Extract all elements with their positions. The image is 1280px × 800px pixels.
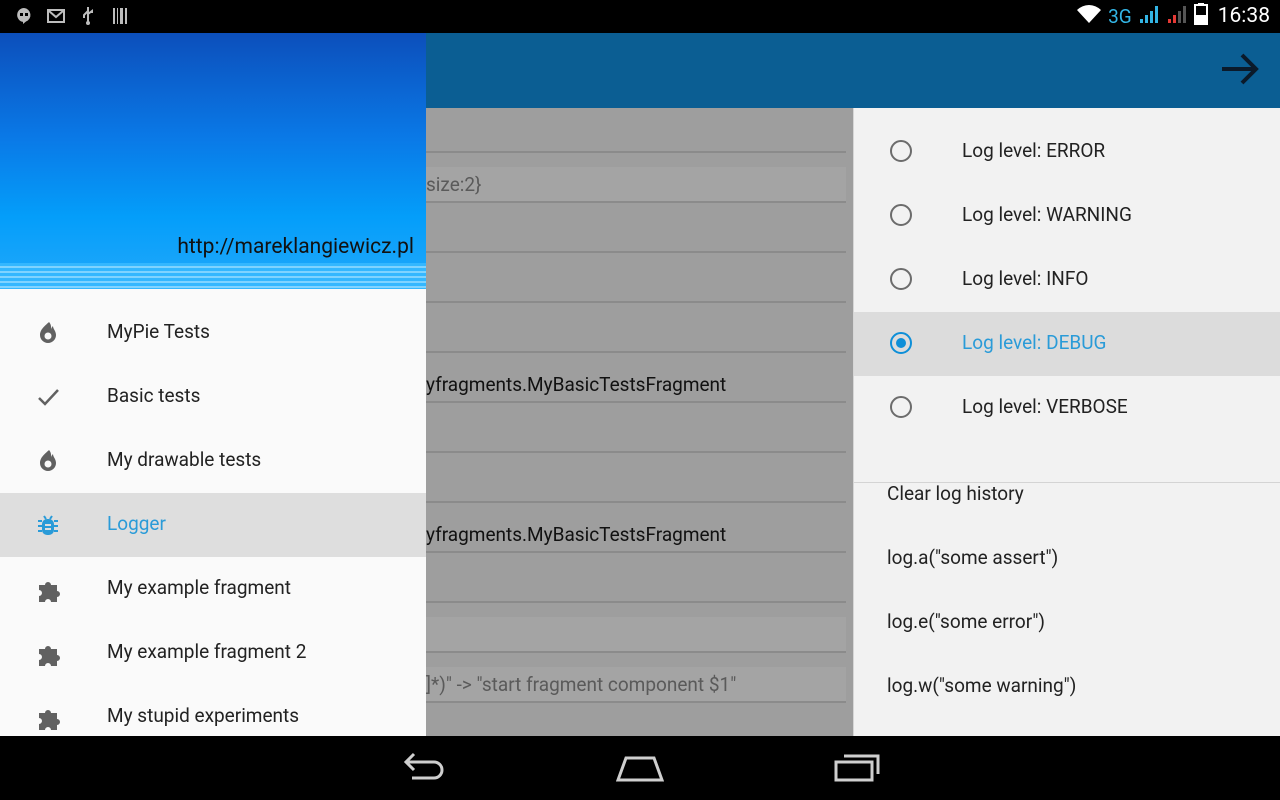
log-level-warning[interactable]: Log level: WARNING xyxy=(854,184,1280,248)
header-stripes xyxy=(0,263,426,289)
log-level-label: Log level: ERROR xyxy=(962,139,1106,162)
radio-button[interactable] xyxy=(890,268,912,290)
log-assert-button[interactable]: log.a("some assert") xyxy=(887,546,1058,569)
field-text: size:2} xyxy=(426,173,482,196)
field-row xyxy=(426,267,846,303)
app-window: size:2} yfragments.MyBasicTestsFragment … xyxy=(0,33,1280,736)
nav-item-example-fragment[interactable]: My example fragment xyxy=(0,557,426,621)
battery-icon xyxy=(1193,3,1208,29)
puzzle-icon xyxy=(36,641,60,666)
nav-item-logger[interactable]: Logger xyxy=(0,493,426,557)
log-level-label: Log level: WARNING xyxy=(962,203,1132,226)
network-type: 3G xyxy=(1108,4,1132,28)
puzzle-icon xyxy=(36,577,60,602)
radio-button-selected[interactable] xyxy=(890,332,912,354)
field-row xyxy=(426,467,846,503)
nav-item-label: Basic tests xyxy=(107,384,201,407)
arrow-forward-icon[interactable] xyxy=(1218,47,1262,91)
field-row xyxy=(426,567,846,603)
field-row xyxy=(426,317,846,353)
nav-item-label: My drawable tests xyxy=(107,448,262,471)
field-row xyxy=(426,167,846,203)
flame-icon xyxy=(36,449,60,473)
barcode-icon xyxy=(110,6,130,26)
log-error-button[interactable]: log.e("some error") xyxy=(887,610,1045,633)
nav-item-stupid-experiments[interactable]: My stupid experiments xyxy=(0,685,426,736)
nav-item-label: My example fragment xyxy=(107,576,291,599)
usb-icon xyxy=(78,6,98,26)
clock: 16:38 xyxy=(1217,4,1270,28)
check-icon xyxy=(36,385,60,409)
flame-icon xyxy=(36,321,60,345)
puzzle-icon xyxy=(36,705,60,730)
nav-item-label: My example fragment 2 xyxy=(107,640,307,663)
nav-item-label: MyPie Tests xyxy=(107,320,210,343)
field-row xyxy=(426,417,846,453)
hangouts-icon xyxy=(14,6,34,26)
clear-log-history-button[interactable]: Clear log history xyxy=(887,482,1024,505)
log-level-verbose[interactable]: Log level: VERBOSE xyxy=(854,376,1280,440)
gmail-icon xyxy=(46,6,66,26)
field-text: ]*)" -> "start fragment component $1" xyxy=(426,673,737,696)
recents-button-icon[interactable] xyxy=(834,750,882,786)
bug-icon xyxy=(36,513,60,537)
log-level-info[interactable]: Log level: INFO xyxy=(854,248,1280,312)
nav-item-label: My stupid experiments xyxy=(107,704,300,727)
fragment-class-text: yfragments.MyBasicTestsFragment xyxy=(426,373,727,396)
field-row xyxy=(426,217,846,253)
nav-item-mypie-tests[interactable]: MyPie Tests xyxy=(0,301,426,365)
log-level-error[interactable]: Log level: ERROR xyxy=(854,120,1280,184)
nav-item-label: Logger xyxy=(107,512,166,535)
status-bar: 3G 16:38 xyxy=(0,0,1280,33)
drawer-header: http://mareklangiewicz.pl xyxy=(0,33,426,289)
wifi-icon xyxy=(1076,4,1102,28)
field-row xyxy=(426,117,846,153)
log-level-label: Log level: INFO xyxy=(962,267,1089,290)
header-url[interactable]: http://mareklangiewicz.pl xyxy=(177,235,414,259)
fragment-class-text: yfragments.MyBasicTestsFragment xyxy=(426,523,727,546)
system-nav-bar xyxy=(0,736,1280,800)
nav-item-basic-tests[interactable]: Basic tests xyxy=(0,365,426,429)
log-level-label: Log level: VERBOSE xyxy=(962,395,1128,418)
home-button-icon[interactable] xyxy=(615,750,665,786)
signal-2-icon xyxy=(1166,4,1188,28)
signal-icon xyxy=(1138,4,1160,28)
logger-settings-pane: Log level: ERROR Log level: WARNING Log … xyxy=(853,108,1280,736)
navigation-drawer: http://mareklangiewicz.pl MyPie Tests Ba… xyxy=(0,33,426,736)
log-level-label: Log level: DEBUG xyxy=(962,331,1107,354)
back-button-icon[interactable] xyxy=(400,750,448,786)
nav-item-example-fragment-2[interactable]: My example fragment 2 xyxy=(0,621,426,685)
log-level-debug[interactable]: Log level: DEBUG xyxy=(854,312,1280,376)
field-row xyxy=(426,617,846,653)
radio-button[interactable] xyxy=(890,140,912,162)
radio-button[interactable] xyxy=(890,396,912,418)
nav-item-drawable-tests[interactable]: My drawable tests xyxy=(0,429,426,493)
log-warning-button[interactable]: log.w("some warning") xyxy=(887,674,1076,697)
radio-button[interactable] xyxy=(890,204,912,226)
